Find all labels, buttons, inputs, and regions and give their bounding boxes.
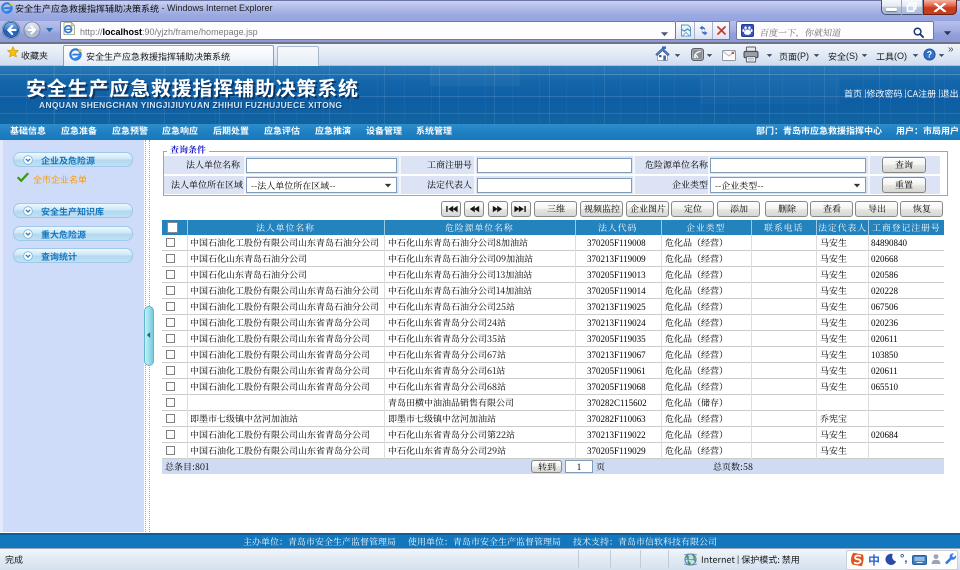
svg-text:?: ? <box>927 50 932 60</box>
